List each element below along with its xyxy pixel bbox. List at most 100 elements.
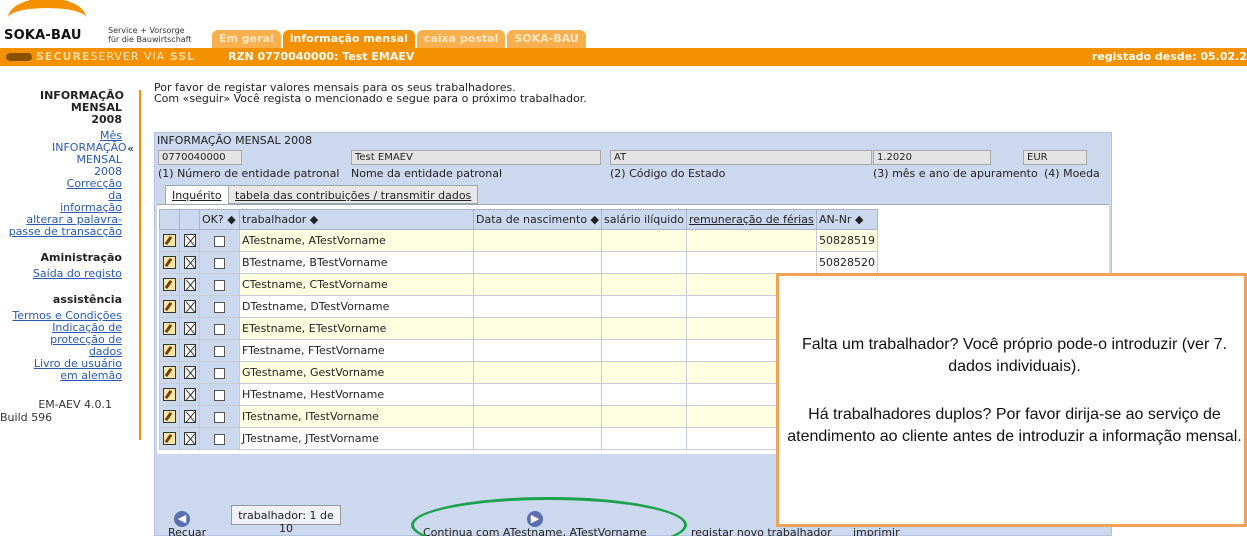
birth-date-cell[interactable] (472, 361, 603, 384)
edit-cell[interactable] (159, 295, 180, 318)
delete-cell[interactable] (179, 295, 200, 318)
ok-checkbox[interactable] (214, 279, 225, 291)
sidebar-item-monthly-info[interactable]: INFORMAÇÃO MENSAL 2008 (0, 142, 127, 178)
net-salary-cell[interactable] (601, 383, 687, 406)
tab-general[interactable]: Em geral (212, 30, 281, 48)
birth-date-cell[interactable] (472, 251, 603, 274)
edit-cell[interactable] (159, 317, 180, 340)
ok-cell[interactable] (199, 317, 240, 340)
birth-date-cell[interactable] (472, 273, 603, 296)
birth-date-cell[interactable] (472, 405, 603, 428)
back-button[interactable]: Recuar (168, 526, 206, 536)
delete-icon[interactable] (183, 410, 196, 424)
delete-cell[interactable] (179, 361, 200, 384)
edit-icon[interactable] (163, 410, 176, 424)
edit-cell[interactable] (159, 383, 180, 406)
birth-date-cell[interactable] (472, 427, 603, 450)
tab-inquiry[interactable]: Inquérito (165, 185, 229, 204)
ok-checkbox[interactable] (214, 301, 225, 313)
ok-checkbox[interactable] (214, 345, 225, 357)
net-salary-cell[interactable] (601, 427, 687, 450)
ok-cell[interactable] (199, 405, 240, 428)
delete-cell[interactable] (179, 229, 200, 252)
ok-cell[interactable] (199, 273, 240, 296)
delete-icon[interactable] (183, 432, 196, 446)
delete-cell[interactable] (179, 251, 200, 274)
ok-checkbox[interactable] (214, 433, 225, 445)
ok-cell[interactable] (199, 361, 240, 384)
edit-cell[interactable] (159, 251, 180, 274)
edit-icon[interactable] (163, 256, 176, 270)
new-worker-button[interactable]: registar novo trabalhador (691, 526, 832, 536)
holiday-pay-col-header[interactable]: remuneração de férias (685, 209, 817, 230)
edit-icon[interactable] (163, 366, 176, 380)
delete-cell[interactable] (179, 427, 200, 450)
sidebar-item-logout[interactable]: Saída do registo (0, 268, 126, 280)
holiday-pay-cell[interactable] (685, 229, 817, 252)
edit-icon[interactable] (163, 344, 176, 358)
ok-cell[interactable] (199, 383, 240, 406)
delete-icon[interactable] (183, 322, 196, 336)
delete-cell[interactable] (179, 339, 200, 362)
ok-cell[interactable] (199, 229, 240, 252)
ok-cell[interactable] (199, 251, 240, 274)
delete-icon[interactable] (183, 344, 196, 358)
print-button[interactable]: imprimir (853, 526, 900, 536)
tab-monthly-info[interactable]: informação mensal (282, 30, 415, 48)
delete-icon[interactable] (183, 278, 196, 292)
delete-icon[interactable] (183, 388, 196, 402)
ok-checkbox[interactable] (214, 389, 225, 401)
delete-icon[interactable] (183, 366, 196, 380)
delete-icon[interactable] (183, 300, 196, 314)
delete-cell[interactable] (179, 273, 200, 296)
holiday-pay-cell[interactable] (685, 251, 817, 274)
ok-checkbox[interactable] (214, 323, 225, 335)
edit-cell[interactable] (159, 229, 180, 252)
edit-icon[interactable] (163, 278, 176, 292)
delete-cell[interactable] (179, 317, 200, 340)
net-salary-cell[interactable] (601, 295, 687, 318)
ok-cell[interactable] (199, 339, 240, 362)
net-salary-cell[interactable] (601, 361, 687, 384)
worker-col-header[interactable]: trabalhador ◆ (239, 209, 474, 230)
delete-icon[interactable] (183, 256, 196, 270)
edit-icon[interactable] (163, 388, 176, 402)
logo[interactable]: SOKA-BAU Service + Vorsorge für die Bauw… (0, 0, 215, 46)
edit-cell[interactable] (159, 427, 180, 450)
net-salary-cell[interactable] (601, 229, 687, 252)
back-arrow-icon[interactable]: ◀ (174, 511, 190, 527)
ok-checkbox[interactable] (214, 367, 225, 379)
edit-cell[interactable] (159, 339, 180, 362)
edit-cell[interactable] (159, 405, 180, 428)
ok-cell[interactable] (199, 427, 240, 450)
birth-date-cell[interactable] (472, 383, 603, 406)
net-salary-cell[interactable] (601, 405, 687, 428)
sidebar-item-correction[interactable]: Correcção da informação (0, 178, 126, 214)
ok-checkbox[interactable] (214, 257, 225, 269)
edit-cell[interactable] (159, 361, 180, 384)
edit-icon[interactable] (163, 322, 176, 336)
net-salary-cell[interactable] (601, 317, 687, 340)
ok-col-header[interactable]: OK? ◆ (199, 209, 240, 230)
delete-icon[interactable] (183, 234, 196, 248)
edit-icon[interactable] (163, 234, 176, 248)
sidebar-item-user-manual[interactable]: Livro de usuário em alemão (0, 358, 126, 382)
ok-checkbox[interactable] (214, 235, 225, 247)
net-salary-cell[interactable] (601, 273, 687, 296)
birth-date-cell[interactable] (472, 295, 603, 318)
edit-icon[interactable] (163, 300, 176, 314)
edit-cell[interactable] (159, 273, 180, 296)
sidebar-item-privacy[interactable]: Indicação de protecção de dados (0, 322, 126, 358)
an-nr-col-header[interactable]: AN-Nr ◆ (815, 209, 878, 230)
tab-mailbox[interactable]: caixa postal (416, 30, 506, 48)
ok-cell[interactable] (199, 295, 240, 318)
edit-icon[interactable] (163, 432, 176, 446)
net-salary-cell[interactable] (601, 251, 687, 274)
birth-date-cell[interactable] (472, 229, 603, 252)
birth-date-cell[interactable] (472, 317, 603, 340)
net-salary-cell[interactable] (601, 339, 687, 362)
birth-col-header[interactable]: Data de nascimento ◆ (472, 209, 603, 230)
tab-contributions[interactable]: tabela das contribuições / transmitir da… (228, 185, 479, 204)
tab-soka-bau[interactable]: SOKA-BAU (507, 30, 586, 48)
ok-checkbox[interactable] (214, 411, 225, 423)
